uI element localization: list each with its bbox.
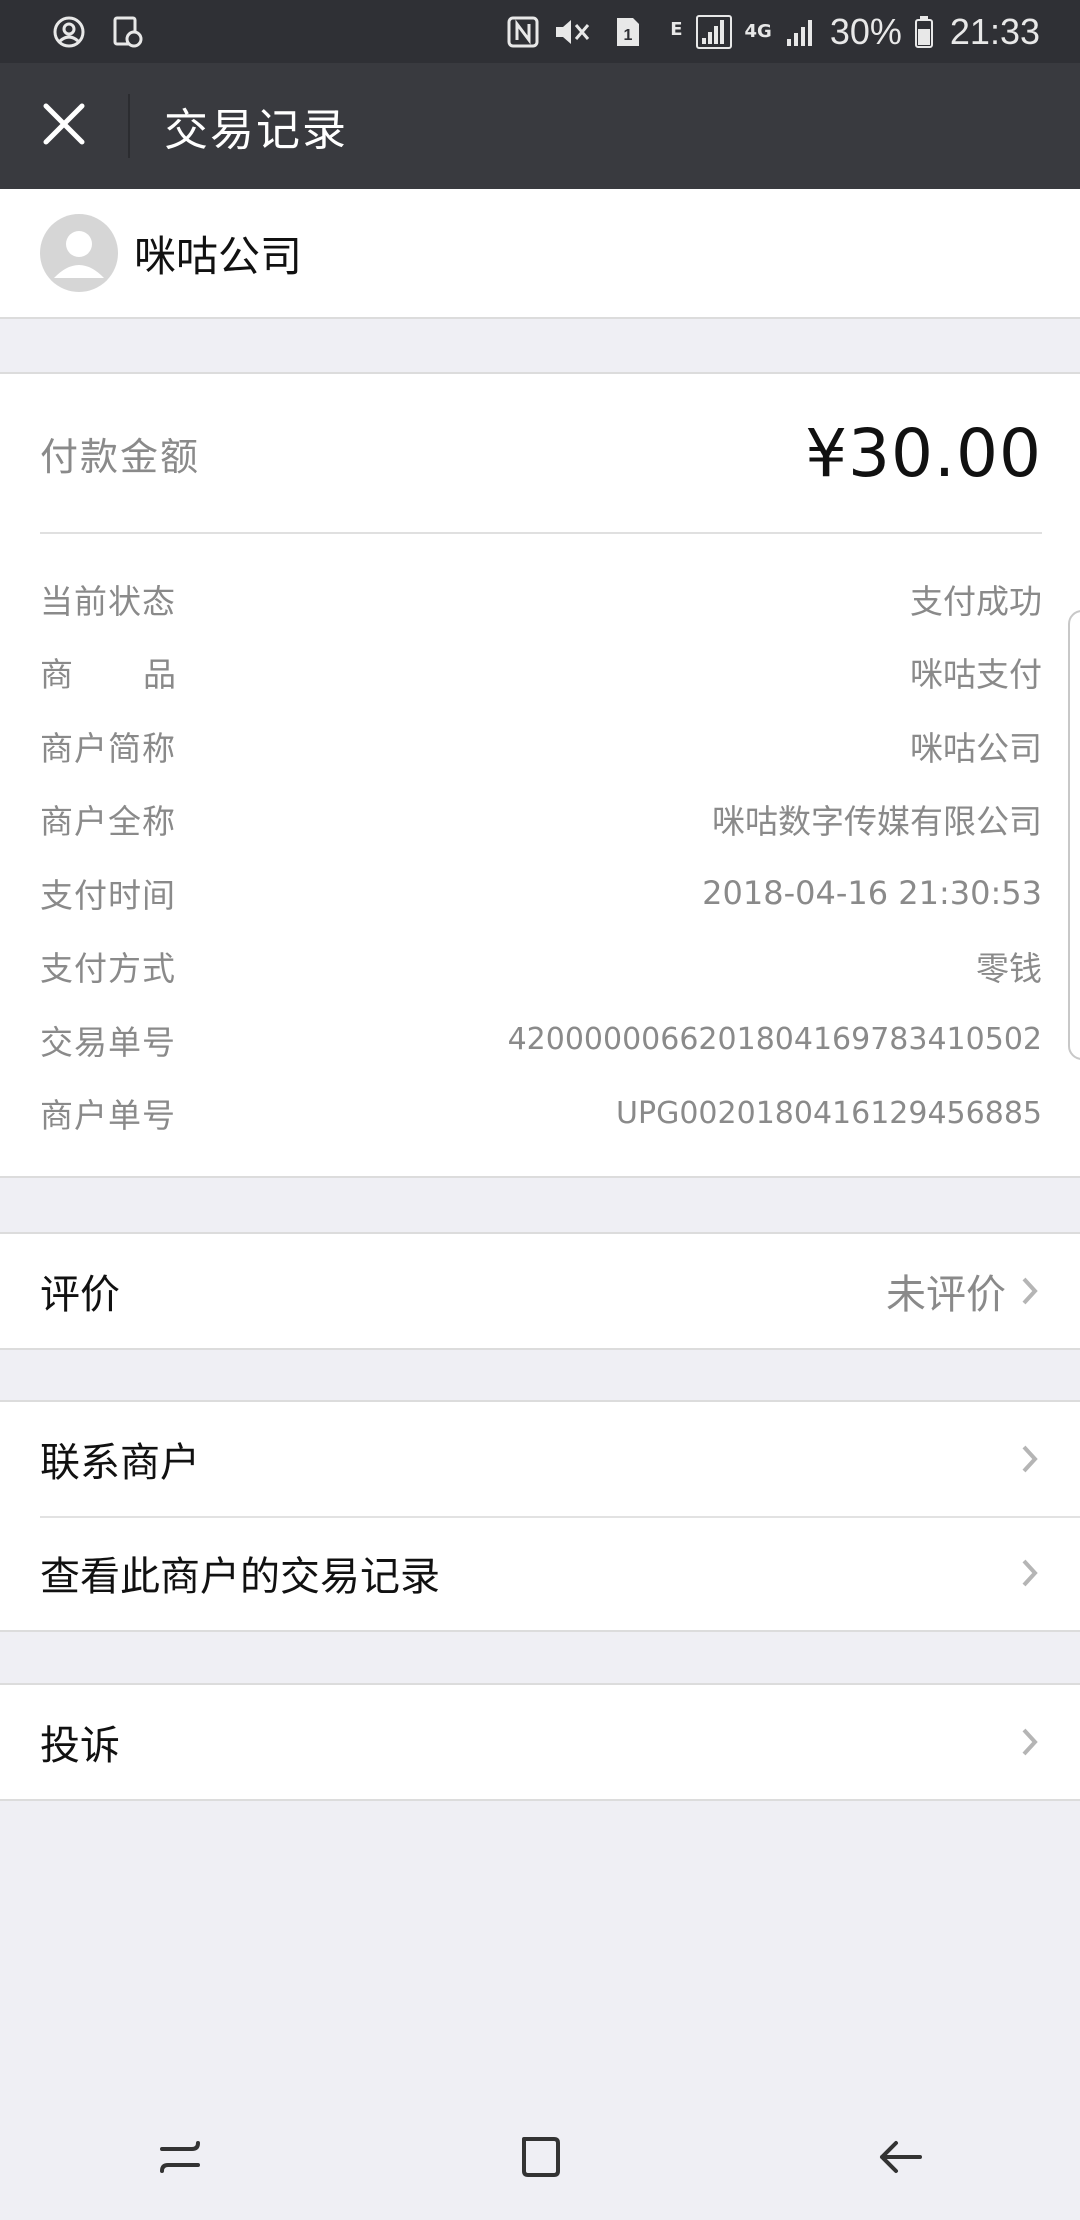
rating-group: 评价 未评价 [0,1232,1080,1350]
home-icon [516,2133,564,2185]
detail-label: 当前状态 [40,581,176,621]
signal-icon [695,14,733,50]
detail-label: 商户单号 [40,1096,176,1136]
clock: 21:33 [949,10,1040,52]
chevron-right-icon [1020,1555,1040,1591]
sim-icon: 1 [614,15,642,49]
network-type-e: E [670,18,683,40]
complaint-label: 投诉 [40,1723,120,1769]
close-button[interactable] [0,63,128,189]
detail-row-pay-method: 支付方式 零钱 [40,930,1042,1004]
detail-label: 支付时间 [40,875,176,915]
detail-value: 咪咕数字传媒有限公司 [712,802,1042,842]
recent-apps-button[interactable] [120,2109,240,2209]
user-avatar-icon [40,214,118,292]
back-icon [876,2133,924,2185]
back-button[interactable] [840,2109,960,2209]
detail-row-transaction-id: 交易单号 4200000066201804169783410502 [40,1003,1042,1077]
merchant-name: 咪咕公司 [134,231,303,281]
title-divider [128,94,130,158]
detail-value: 咪咕公司 [910,728,1042,768]
detail-row-pay-time: 支付时间 2018-04-16 21:30:53 [40,856,1042,930]
chevron-right-icon [1020,1724,1040,1760]
complaint-cell[interactable]: 投诉 [0,1685,1080,1799]
merchant-header[interactable]: 咪咕公司 [0,189,1080,319]
battery-icon [914,15,934,49]
merchant-history-label: 查看此商户的交易记录 [40,1554,440,1600]
rating-label: 评价 [40,1272,120,1318]
detail-row-merchant-full: 商户全称 咪咕数字传媒有限公司 [40,783,1042,857]
rating-cell[interactable]: 评价 未评价 [0,1234,1080,1348]
amount-label: 付款金额 [40,434,201,479]
detail-value[interactable]: UPG0020180416129456885 [616,1096,1042,1131]
status-bar: 1 E 4G 30% 21:33 [0,0,1080,63]
detail-label: 商户简称 [40,728,176,768]
merchant-history-cell[interactable]: 查看此商户的交易记录 [0,1516,1080,1630]
recent-apps-icon [156,2133,204,2185]
page-title: 交易记录 [164,105,348,156]
detail-value[interactable]: 4200000066201804169783410502 [508,1022,1042,1057]
detail-label: 商 品 [40,655,177,695]
detail-value: 2018-04-16 21:30:53 [702,873,1042,912]
contact-merchant-label: 联系商户 [40,1440,200,1486]
detail-label: 交易单号 [40,1022,176,1062]
rating-value: 未评价 [886,1272,1006,1318]
payment-detail-card: 付款金额 ¥30.00 当前状态 支付成功 商 品 咪咕支付 商户简称 咪咕公司… [0,372,1080,1178]
detail-value: 咪咕支付 [910,655,1042,695]
detail-value: 支付成功 [910,581,1042,621]
detail-label: 商户全称 [40,802,176,842]
battery-percent: 30% [829,10,902,52]
screen-record-icon [112,15,144,49]
mute-icon [552,15,592,49]
detail-row-merchant-order-id: 商户单号 UPG0020180416129456885 [40,1077,1042,1151]
network-type-4g: 4G [744,21,772,42]
amount-row: 付款金额 ¥30.00 [40,374,1042,534]
chevron-right-icon [1020,1273,1040,1309]
title-bar: 交易记录 [0,63,1080,189]
chevron-right-icon [1020,1441,1040,1477]
account-circle-icon [52,15,86,49]
detail-row-merchant-short: 商户简称 咪咕公司 [40,709,1042,783]
contact-merchant-cell[interactable]: 联系商户 [0,1402,1080,1516]
edge-panel-handle[interactable] [1068,610,1080,1060]
complaint-group: 投诉 [0,1683,1080,1801]
detail-value: 零钱 [976,949,1042,989]
amount-value: ¥30.00 [805,414,1042,492]
svg-text:1: 1 [624,27,633,44]
signal-icon [784,15,818,49]
detail-label: 支付方式 [40,949,176,989]
detail-row-status: 当前状态 支付成功 [40,562,1042,636]
close-icon [42,102,86,150]
system-nav-bar [0,2098,1080,2220]
detail-list: 当前状态 支付成功 商 品 咪咕支付 商户简称 咪咕公司 商户全称 咪咕数字传媒… [40,562,1042,1150]
home-button[interactable] [480,2109,600,2209]
nfc-icon [506,15,540,49]
detail-row-product: 商 品 咪咕支付 [40,636,1042,710]
merchant-actions-group: 联系商户 查看此商户的交易记录 [0,1400,1080,1632]
